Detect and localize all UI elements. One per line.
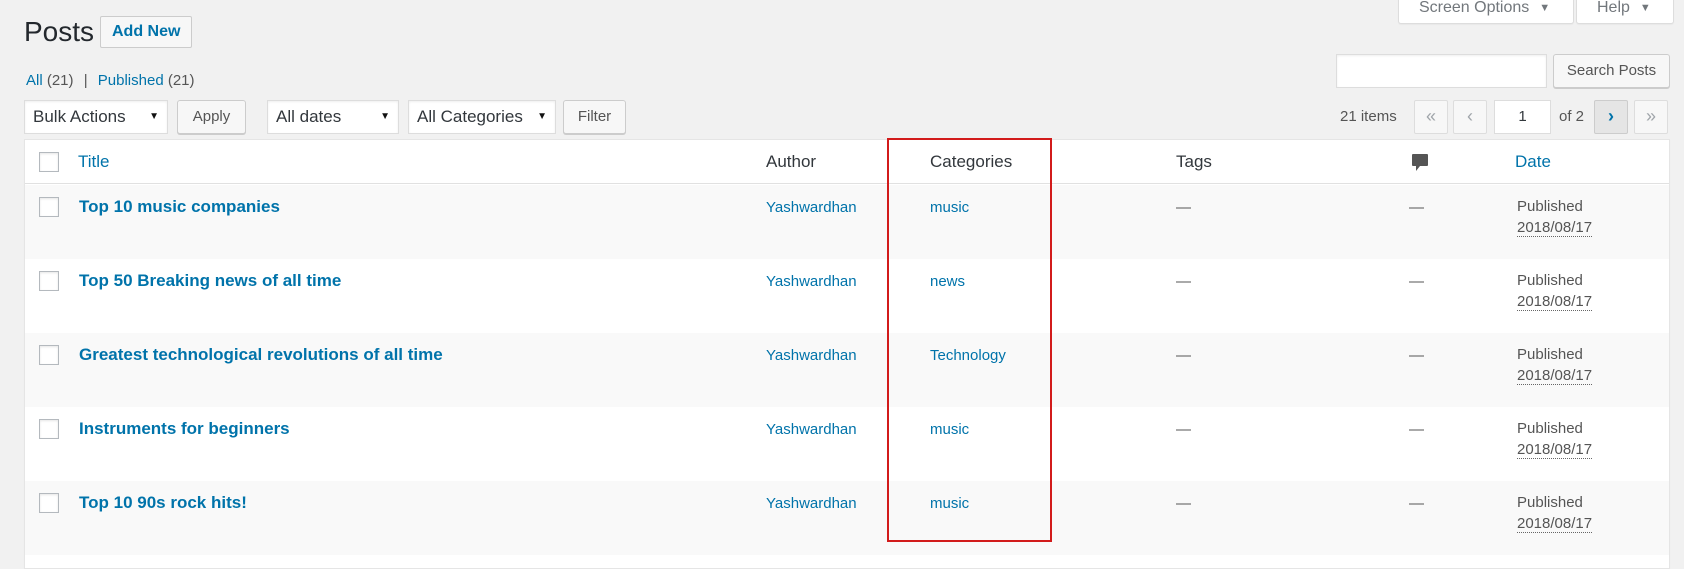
- next-page-button[interactable]: ›: [1594, 100, 1628, 134]
- column-tags: Tags: [1176, 152, 1212, 171]
- post-title-link[interactable]: Top 10 90s rock hits!: [79, 493, 247, 513]
- row-checkbox[interactable]: [39, 419, 59, 439]
- items-count: 21 items: [1340, 108, 1397, 125]
- total-pages: of 2: [1559, 108, 1585, 125]
- filter-separator: |: [83, 72, 88, 89]
- add-new-button[interactable]: Add New: [100, 16, 193, 48]
- table-row: Top 10 music companies Yashwardhan music…: [25, 185, 1669, 259]
- categories-select[interactable]: All Categories ▼: [408, 100, 556, 134]
- post-title-link[interactable]: Top 10 music companies: [79, 197, 280, 217]
- post-status: Published: [1517, 346, 1583, 363]
- post-comments: —: [1409, 421, 1424, 438]
- post-author-link[interactable]: Yashwardhan: [766, 273, 857, 290]
- current-page-input[interactable]: 1: [1494, 100, 1551, 134]
- post-author-link[interactable]: Yashwardhan: [766, 421, 857, 438]
- post-author-link[interactable]: Yashwardhan: [766, 199, 857, 216]
- table-row: Top 10 90s rock hits! Yashwardhan music …: [25, 481, 1669, 555]
- post-category-link[interactable]: music: [930, 199, 969, 216]
- filter-all-link[interactable]: All: [26, 72, 43, 89]
- column-date[interactable]: Date: [1515, 152, 1551, 172]
- post-comments: —: [1409, 347, 1424, 364]
- page-title: Posts: [24, 16, 95, 47]
- column-title[interactable]: Title: [78, 152, 110, 172]
- prev-page-button[interactable]: ‹: [1453, 100, 1487, 134]
- post-date: 2018/08/17: [1517, 293, 1593, 311]
- table-row: Top 50 Breaking news of all time Yashwar…: [25, 259, 1669, 333]
- column-author: Author: [766, 152, 817, 171]
- post-tags: —: [1176, 347, 1191, 364]
- row-checkbox[interactable]: [39, 271, 59, 291]
- select-all-checkbox[interactable]: [39, 152, 59, 172]
- help-label: Help: [1597, 0, 1630, 16]
- categories-value: All Categories: [417, 107, 523, 126]
- row-checkbox[interactable]: [39, 197, 59, 217]
- bulk-actions-select[interactable]: Bulk Actions ▼: [24, 100, 168, 134]
- apply-button[interactable]: Apply: [177, 100, 246, 134]
- filter-all-count: (21): [46, 72, 74, 89]
- dropdown-arrow-icon: ▼: [380, 111, 390, 122]
- post-title-link[interactable]: Instruments for beginners: [79, 419, 290, 439]
- post-comments: —: [1409, 199, 1424, 216]
- post-category-link[interactable]: music: [930, 421, 969, 438]
- post-date: 2018/08/17: [1517, 367, 1593, 385]
- post-tags: —: [1176, 199, 1191, 216]
- post-date: 2018/08/17: [1517, 219, 1593, 237]
- post-author-link[interactable]: Yashwardhan: [766, 495, 857, 512]
- post-category-link[interactable]: music: [930, 495, 969, 512]
- post-tags: —: [1176, 273, 1191, 290]
- dates-value: All dates: [276, 107, 342, 126]
- post-date: 2018/08/17: [1517, 515, 1593, 533]
- help-button[interactable]: Help ▼: [1576, 0, 1674, 24]
- comment-bubble-icon[interactable]: [1411, 153, 1429, 178]
- post-tags: —: [1176, 495, 1191, 512]
- post-author-link[interactable]: Yashwardhan: [766, 347, 857, 364]
- post-date: 2018/08/17: [1517, 441, 1593, 459]
- row-checkbox[interactable]: [39, 345, 59, 365]
- row-checkbox[interactable]: [39, 493, 59, 513]
- screen-options-button[interactable]: Screen Options ▼: [1398, 0, 1574, 24]
- first-page-button[interactable]: «: [1414, 100, 1448, 134]
- dates-select[interactable]: All dates ▼: [267, 100, 399, 134]
- table-row: Greatest technological revolutions of al…: [25, 333, 1669, 407]
- post-status: Published: [1517, 198, 1583, 215]
- post-status: Published: [1517, 272, 1583, 289]
- post-status: Published: [1517, 420, 1583, 437]
- post-status: Published: [1517, 494, 1583, 511]
- post-category-link[interactable]: news: [930, 273, 965, 290]
- post-title-link[interactable]: Top 50 Breaking news of all time: [79, 271, 341, 291]
- posts-table: Title Author Categories Tags Date Top 10…: [24, 139, 1670, 569]
- table-header: Title Author Categories Tags Date: [25, 140, 1669, 184]
- column-categories: Categories: [930, 152, 1013, 171]
- table-row: Instruments for beginners Yashwardhan mu…: [25, 407, 1669, 481]
- last-page-button[interactable]: »: [1634, 100, 1668, 134]
- search-posts-button[interactable]: Search Posts: [1553, 54, 1670, 88]
- post-title-link[interactable]: Greatest technological revolutions of al…: [79, 345, 443, 365]
- caret-down-icon: ▼: [1539, 2, 1551, 14]
- dropdown-arrow-icon: ▼: [537, 111, 547, 122]
- post-comments: —: [1409, 273, 1424, 290]
- filter-button[interactable]: Filter: [563, 100, 626, 134]
- caret-down-icon: ▼: [1639, 2, 1651, 14]
- post-status-filter: All (21) | Published (21): [26, 72, 195, 89]
- post-tags: —: [1176, 421, 1191, 438]
- post-category-link[interactable]: Technology: [930, 347, 1006, 364]
- bulk-actions-value: Bulk Actions: [33, 107, 126, 126]
- filter-published-link[interactable]: Published: [98, 72, 164, 89]
- screen-options-label: Screen Options: [1419, 0, 1530, 16]
- filter-published-count: (21): [167, 72, 195, 89]
- search-input[interactable]: [1336, 54, 1547, 88]
- dropdown-arrow-icon: ▼: [149, 111, 159, 122]
- post-comments: —: [1409, 495, 1424, 512]
